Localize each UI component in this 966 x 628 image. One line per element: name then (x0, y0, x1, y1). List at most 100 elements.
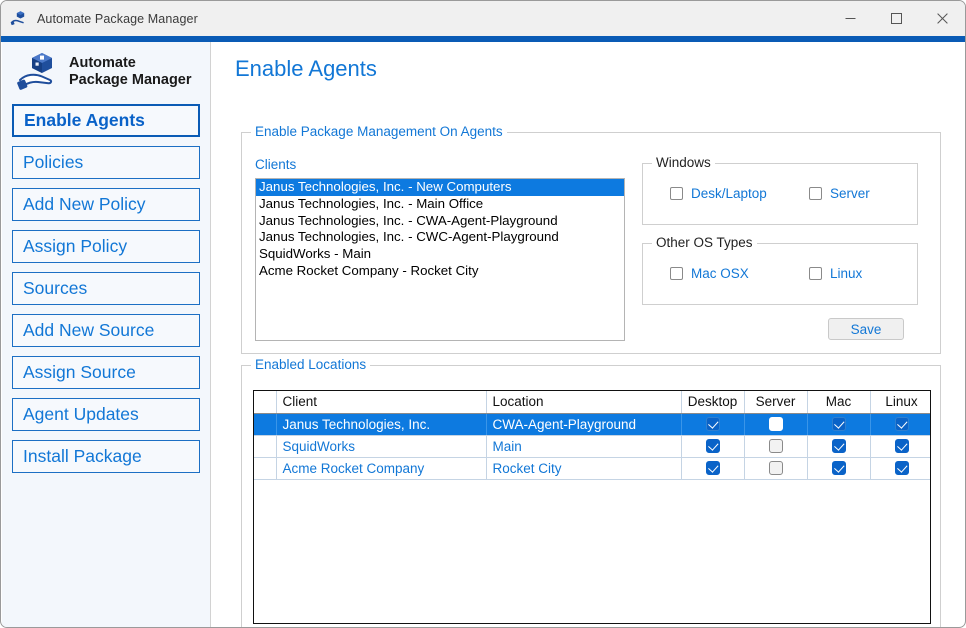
maximize-icon[interactable] (873, 1, 919, 36)
checkbox-unchecked-icon[interactable] (768, 439, 783, 453)
checkbox-box-icon[interactable] (670, 187, 683, 200)
minimize-icon[interactable] (827, 1, 873, 36)
brand: Automate Package Manager (2, 42, 210, 100)
checkbox-checked-icon[interactable] (705, 461, 720, 475)
row-status-cell (254, 457, 277, 480)
checkbox-label: Mac OSX (691, 266, 749, 281)
sidebar-item-enable-agents[interactable]: Enable Agents (12, 104, 200, 137)
row-server-checkbox[interactable] (744, 435, 808, 458)
title-bar: Automate Package Manager (1, 1, 965, 36)
row-mac-checkbox[interactable] (807, 413, 871, 436)
checkbox-checked-icon[interactable] (831, 417, 846, 431)
sidebar-item-install-package[interactable]: Install Package (12, 440, 200, 473)
row-location: Main (486, 435, 682, 458)
row-linux-checkbox[interactable] (870, 435, 930, 458)
sidebar-item-label: Assign Policy (23, 236, 128, 256)
sidebar-item-label: Install Package (23, 446, 142, 466)
list-item[interactable]: Janus Technologies, Inc. - CWC-Agent-Pla… (256, 229, 624, 246)
enable-package-management-group: Enable Package Management On Agents Clie… (241, 124, 941, 354)
window-controls (827, 1, 965, 36)
checkbox-unchecked-icon[interactable] (768, 417, 783, 431)
row-client: SquidWorks (276, 435, 487, 458)
sidebar-item-add-new-policy[interactable]: Add New Policy (12, 188, 200, 221)
column-header-client[interactable]: Client (276, 391, 487, 414)
sidebar-item-policies[interactable]: Policies (12, 146, 200, 179)
column-header-location[interactable]: Location (486, 391, 682, 414)
checkbox-checked-icon[interactable] (831, 461, 846, 475)
app-window: Automate Package Manager Automate Packag… (0, 0, 966, 628)
windows-group-legend: Windows (652, 155, 715, 170)
list-item[interactable]: SquidWorks - Main (256, 246, 624, 263)
row-client: Acme Rocket Company (276, 457, 487, 480)
column-header-mac[interactable]: Mac (807, 391, 871, 414)
close-icon[interactable] (919, 1, 965, 36)
checkbox-label: Server (830, 186, 870, 201)
table-row[interactable]: SquidWorks Main (254, 435, 930, 458)
sidebar-item-label: Policies (23, 152, 84, 172)
column-header-server[interactable]: Server (744, 391, 808, 414)
app-package-icon (10, 10, 25, 25)
checkbox-checked-icon[interactable] (894, 417, 909, 431)
column-header-desktop[interactable]: Desktop (681, 391, 745, 414)
sidebar-item-sources[interactable]: Sources (12, 272, 200, 305)
clients-listbox[interactable]: Janus Technologies, Inc. - New Computers… (255, 178, 625, 341)
brand-line-2: Package Manager (69, 72, 192, 88)
checkbox-checked-icon[interactable] (831, 439, 846, 453)
row-status-cell (254, 413, 277, 436)
sidebar-item-label: Agent Updates (23, 404, 139, 424)
sidebar: Automate Package Manager Enable Agents P… (2, 42, 211, 627)
locations-group-legend: Enabled Locations (251, 357, 371, 372)
checkbox-server[interactable]: Server (809, 186, 870, 201)
row-location: Rocket City (486, 457, 682, 480)
checkbox-checked-icon[interactable] (705, 417, 720, 431)
page-title: Enable Agents (235, 56, 377, 81)
checkbox-checked-icon[interactable] (894, 461, 909, 475)
sidebar-item-assign-source[interactable]: Assign Source (12, 356, 200, 389)
checkbox-checked-icon[interactable] (894, 439, 909, 453)
column-header-status (254, 391, 277, 414)
checkbox-desk-laptop[interactable]: Desk/Laptop (670, 186, 767, 201)
row-server-checkbox[interactable] (744, 457, 808, 480)
save-button[interactable]: Save (828, 318, 904, 340)
sidebar-item-add-new-source[interactable]: Add New Source (12, 314, 200, 347)
sidebar-item-label: Add New Source (23, 320, 155, 340)
row-desktop-checkbox[interactable] (681, 413, 745, 436)
table-row[interactable]: Acme Rocket Company Rocket City (254, 457, 930, 480)
table-row[interactable]: Janus Technologies, Inc. CWA-Agent-Playg… (254, 413, 930, 436)
list-item[interactable]: Janus Technologies, Inc. - CWA-Agent-Pla… (256, 213, 624, 230)
row-server-checkbox[interactable] (744, 413, 808, 436)
row-location: CWA-Agent-Playground (486, 413, 682, 436)
row-mac-checkbox[interactable] (807, 457, 871, 480)
table-header-row: Client Location Desktop Server Mac Linux (254, 391, 930, 414)
checkbox-box-icon[interactable] (809, 267, 822, 280)
row-desktop-checkbox[interactable] (681, 435, 745, 458)
sidebar-item-agent-updates[interactable]: Agent Updates (12, 398, 200, 431)
list-item[interactable]: Janus Technologies, Inc. - Main Office (256, 196, 624, 213)
checkbox-linux[interactable]: Linux (809, 266, 862, 281)
checkbox-unchecked-icon[interactable] (768, 461, 783, 475)
package-on-hand-icon (17, 53, 53, 90)
sidebar-item-assign-policy[interactable]: Assign Policy (12, 230, 200, 263)
column-header-linux[interactable]: Linux (870, 391, 930, 414)
row-client: Janus Technologies, Inc. (276, 413, 487, 436)
main-content: Enable Agents Enable Package Management … (211, 42, 964, 627)
row-linux-checkbox[interactable] (870, 413, 930, 436)
row-desktop-checkbox[interactable] (681, 457, 745, 480)
list-item[interactable]: Janus Technologies, Inc. - New Computers (256, 179, 624, 196)
row-linux-checkbox[interactable] (870, 457, 930, 480)
checkbox-label: Linux (830, 266, 863, 281)
enabled-locations-table[interactable]: Client Location Desktop Server Mac Linux… (253, 390, 931, 624)
enabled-locations-group: Enabled Locations Client Location Deskto… (241, 357, 941, 627)
checkbox-checked-icon[interactable] (705, 439, 720, 453)
windows-os-group: Windows Desk/Laptop Server (642, 155, 918, 225)
list-item[interactable]: Acme Rocket Company - Rocket City (256, 263, 624, 280)
sidebar-item-label: Assign Source (23, 362, 136, 382)
checkbox-mac-osx[interactable]: Mac OSX (670, 266, 749, 281)
brand-text: Automate Package Manager (69, 55, 192, 89)
checkbox-box-icon[interactable] (670, 267, 683, 280)
sidebar-nav: Enable Agents Policies Add New Policy As… (2, 100, 210, 473)
clients-label: Clients (255, 157, 297, 172)
row-mac-checkbox[interactable] (807, 435, 871, 458)
row-status-cell (254, 435, 277, 458)
checkbox-box-icon[interactable] (809, 187, 822, 200)
